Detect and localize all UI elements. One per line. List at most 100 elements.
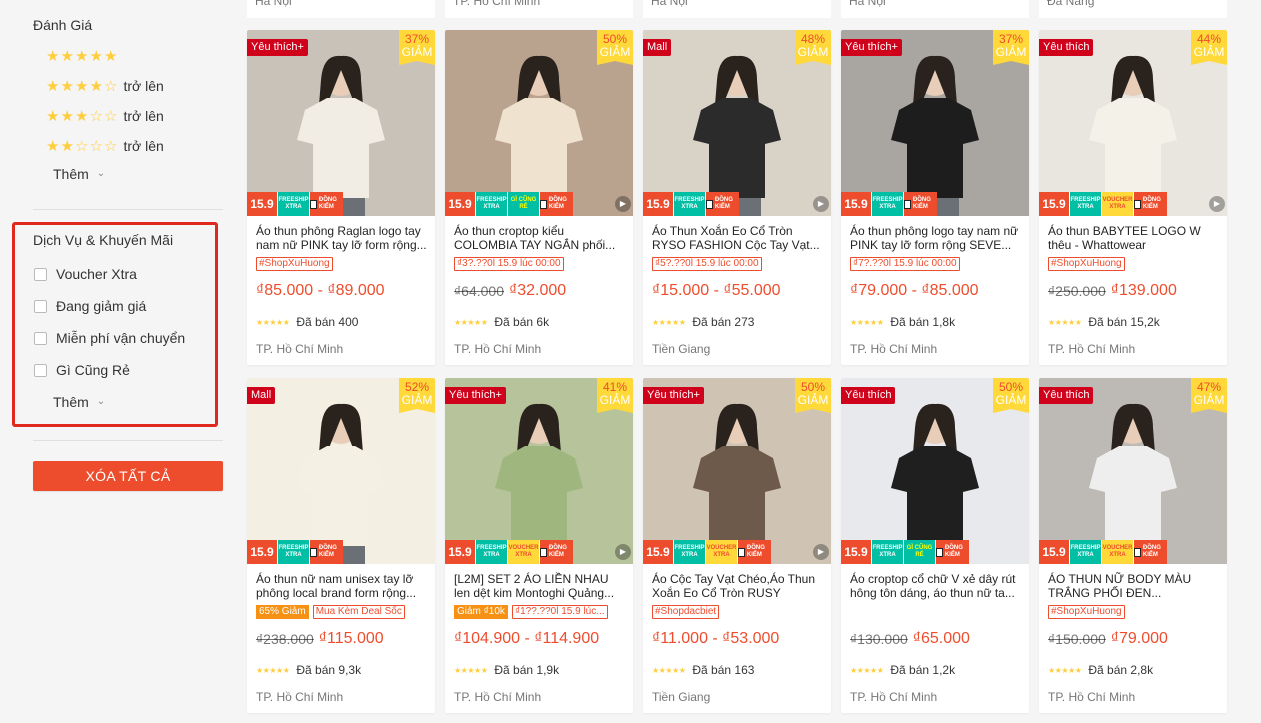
- dong-kiem-badge: ĐỒNG KIỂM: [1133, 540, 1167, 564]
- rating-option[interactable]: ★ ★ ★ ★ ☆ trở lên: [46, 77, 164, 95]
- current-price: ₫65.000: [912, 630, 970, 647]
- product-thumbnail[interactable]: Yêu thích+ 41% GIẢM 15.9 FREESHIP XTRA VOUCHE…: [445, 378, 633, 564]
- product-card[interactable]: Yêu thích+ 41% GIẢM 15.9 FREESHIP XTRA VOUCHE…: [445, 378, 633, 713]
- video-play-icon[interactable]: ▶: [615, 544, 631, 560]
- sale-date-badge: 15.9: [247, 192, 277, 216]
- product-thumbnail[interactable]: Mall 48% GIẢM 15.9 FREESHIP XTRA ĐỒNG KIỂM ▶: [643, 30, 831, 216]
- rating-option[interactable]: ★ ★ ★ ☆ ☆ trở lên: [46, 107, 164, 125]
- promo-badge-strip: 15.9 FREESHIP XTRA GÌ CŨNG RẺ ĐỒNG KIỂM: [841, 540, 1029, 564]
- rating-stars-icon: ★★★★★: [652, 317, 686, 327]
- service-filter-option[interactable]: Miễn phí vận chuyển: [34, 330, 185, 346]
- price-row: ₫85.000 - ₫89.000: [256, 282, 385, 300]
- product-thumbnail[interactable]: Yêu thích 47% GIẢM 15.9 FREESHIP XTRA VOUCHER…: [1039, 378, 1227, 564]
- check-icon: [1134, 199, 1141, 209]
- shop-location: TP. Hồ Chí Minh: [256, 690, 344, 704]
- services-more-toggle[interactable]: Thêm ⌄: [53, 394, 105, 410]
- product-thumbnail[interactable]: Yêu thích+ 37% GIẢM 15.9 FREESHIP XTRA ĐỒNG K…: [247, 30, 435, 216]
- discount-word: GIẢM: [401, 393, 433, 407]
- product-thumbnail[interactable]: Mall 52% GIẢM 15.9 FREESHIP XTRA ĐỒNG KIỂM: [247, 378, 435, 564]
- discount-badge: 37% GIẢM: [399, 30, 435, 65]
- shop-location: TP. Hồ Chí Minh: [454, 690, 542, 704]
- video-play-icon[interactable]: ▶: [1209, 196, 1225, 212]
- location-text: Hà Nội: [651, 0, 688, 8]
- product-thumbnail[interactable]: 50% GIẢM 15.9 FREESHIP XTRA GÌ CŨNG RẺ ĐỒNG K…: [445, 30, 633, 216]
- product-name[interactable]: ÁO THUN NỮ BODY MÀU TRẮNG PHỐI ĐEN...: [1048, 572, 1220, 602]
- product-name[interactable]: Áo croptop cổ chữ V xẻ dây rút hông tôn …: [850, 572, 1022, 602]
- product-thumbnail[interactable]: Yêu thích+ 37% GIẢM 15.9 FREESHIP XTRA ĐỒNG K…: [841, 30, 1029, 216]
- discount-word: GIẢM: [797, 45, 829, 59]
- dong-kiem-label: ĐỒNG KIỂM: [1142, 197, 1161, 210]
- current-price: ₫139.000: [1110, 282, 1177, 299]
- dong-kiem-label: ĐỒNG KIỂM: [1142, 545, 1161, 558]
- sold-row: ★★★★★ Đã bán 163: [652, 663, 754, 677]
- product-card[interactable]: 50% GIẢM 15.9 FREESHIP XTRA GÌ CŨNG RẺ ĐỒNG K…: [445, 30, 633, 365]
- product-thumbnail[interactable]: Yêu thích 44% GIẢM 15.9 FREESHIP XTRA VOUCHER…: [1039, 30, 1227, 216]
- product-card[interactable]: Yêu thích+ 50% GIẢM 15.9 FREESHIP XTRA VOUCHE…: [643, 378, 831, 713]
- video-play-icon[interactable]: ▶: [813, 196, 829, 212]
- product-name[interactable]: Áo Cộc Tay Vạt Chéo,Áo Thun Xoắn Eo Cổ T…: [652, 572, 824, 602]
- product-name[interactable]: Áo thun phông Raglan logo tay nam nữ PIN…: [256, 224, 428, 254]
- service-filter-option[interactable]: Gì Cũng Rẻ: [34, 362, 130, 378]
- current-price: ₫32.000: [509, 282, 567, 299]
- star-filled-icon: ★: [89, 46, 103, 65]
- product-name[interactable]: [L2M] SET 2 ÁO LIỀN NHAU len dệt kim Mon…: [454, 572, 626, 602]
- rating-stars-icon: ★★★★★: [652, 665, 686, 675]
- product-card[interactable]: Yêu thích+ 37% GIẢM 15.9 FREESHIP XTRA ĐỒNG K…: [247, 30, 435, 365]
- rating-stars-icon: ★★★★★: [454, 317, 488, 327]
- price-row: ₫150.000 ₫79.000: [1048, 630, 1168, 648]
- product-name[interactable]: Áo thun croptop kiểu COLOMBIA TAY NGẮN p…: [454, 224, 626, 254]
- video-play-icon[interactable]: ▶: [813, 544, 829, 560]
- voucher-xtra-badge: VOUCHER XTRA: [705, 540, 737, 564]
- sold-count: Đã bán 1,2k: [890, 663, 956, 677]
- product-thumbnail[interactable]: Yêu thích+ 50% GIẢM 15.9 FREESHIP XTRA VOUCHE…: [643, 378, 831, 564]
- discount-percent: 50%: [998, 380, 1024, 394]
- product-card[interactable]: Yêu thích+ 37% GIẢM 15.9 FREESHIP XTRA ĐỒNG K…: [841, 30, 1029, 365]
- discount-word: GIẢM: [995, 45, 1027, 59]
- product-label: 65% Giảm: [256, 605, 309, 619]
- checkbox[interactable]: [34, 299, 47, 313]
- product-card[interactable]: Yêu thích 47% GIẢM 15.9 FREESHIP XTRA VOUCHER…: [1039, 378, 1227, 713]
- rating-more-toggle[interactable]: Thêm ⌄: [53, 166, 105, 182]
- freeship-xtra-badge: FREESHIP XTRA: [1069, 540, 1101, 564]
- promo-badge-strip: 15.9 FREESHIP XTRA VOUCHER XTRA ĐỒNG KIỂM: [643, 540, 831, 564]
- discount-percent: 47%: [1196, 380, 1222, 394]
- current-price: ₫11.000 - ₫53.000: [652, 630, 780, 647]
- product-card[interactable]: Mall 52% GIẢM 15.9 FREESHIP XTRA ĐỒNG KIỂM Áo …: [247, 378, 435, 713]
- original-price: ₫150.000: [1048, 631, 1106, 647]
- location-text: Đà Nẵng: [1047, 0, 1095, 8]
- original-price: ₫64.000: [454, 283, 505, 299]
- product-name[interactable]: Áo thun BABYTEE LOGO W thêu - Whattowear: [1048, 224, 1220, 254]
- service-filter-option[interactable]: Đang giảm giá: [34, 298, 146, 314]
- check-icon: [936, 547, 943, 557]
- video-play-icon[interactable]: ▶: [615, 196, 631, 212]
- rating-suffix: trở lên: [123, 138, 164, 154]
- product-thumbnail[interactable]: Yêu thích 50% GIẢM 15.9 FREESHIP XTRA GÌ CŨNG…: [841, 378, 1029, 564]
- product-card[interactable]: Mall 48% GIẢM 15.9 FREESHIP XTRA ĐỒNG KIỂM ▶ Áo…: [643, 30, 831, 365]
- clear-all-button[interactable]: XÓA TẤT CẢ: [33, 461, 223, 491]
- filter-sidebar: Đánh Giá ★ ★ ★ ★ ★ ★ ★ ★ ★ ☆ trở lên ★ ★ ★ ☆ ☆ trở lên ★ ★…: [0, 0, 236, 723]
- dong-kiem-badge: ĐỒNG KIỂM: [539, 540, 573, 564]
- discount-word: GIẢM: [995, 393, 1027, 407]
- shop-location: TP. Hồ Chí Minh: [256, 342, 344, 356]
- product-name[interactable]: Áo thun phông logo tay nam nữ PINK tay l…: [850, 224, 1022, 254]
- rating-stars-icon: ★★★★★: [256, 665, 290, 675]
- product-card[interactable]: Yêu thích 50% GIẢM 15.9 FREESHIP XTRA GÌ CŨNG…: [841, 378, 1029, 713]
- checkbox[interactable]: [34, 331, 47, 345]
- product-card[interactable]: Yêu thích 44% GIẢM 15.9 FREESHIP XTRA VOUCHER…: [1039, 30, 1227, 365]
- discount-badge: 47% GIẢM: [1191, 378, 1227, 413]
- price-row: ₫79.000 - ₫85.000: [850, 282, 979, 300]
- checkbox[interactable]: [34, 363, 47, 377]
- product-name[interactable]: Áo thun nữ nam unisex tay lỡ phông local…: [256, 572, 428, 602]
- previous-row-card-location: TP. Hồ Chí Minh: [445, 0, 633, 18]
- price-row: ₫130.000 ₫65.000: [850, 630, 970, 648]
- rating-option[interactable]: ★ ★ ☆ ☆ ☆ trở lên: [46, 137, 164, 155]
- service-filter-label: Đang giảm giá: [56, 298, 147, 314]
- product-name[interactable]: Áo Thun Xoắn Eo Cổ Tròn RYSO FASHION Cộc…: [652, 224, 824, 254]
- check-icon: [540, 199, 547, 209]
- discount-word: GIẢM: [797, 393, 829, 407]
- rating-option[interactable]: ★ ★ ★ ★ ★: [46, 47, 119, 65]
- star-filled-icon: ★: [104, 46, 118, 65]
- checkbox[interactable]: [34, 267, 47, 281]
- price-row: ₫64.000 ₫32.000: [454, 282, 566, 300]
- service-filter-option[interactable]: Voucher Xtra: [34, 266, 137, 282]
